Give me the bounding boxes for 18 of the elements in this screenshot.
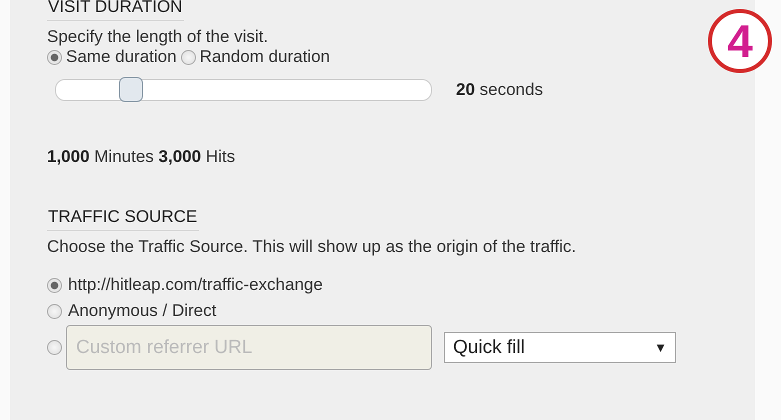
radio-label[interactable]: Random duration [200,47,330,67]
section-heading: TRAFFIC SOURCE [47,207,200,231]
slider-reading: 20 seconds [456,80,543,100]
radio-label[interactable]: http://hitleap.com/traffic-exchange [68,275,323,295]
section-description: Specify the length of the visit. [47,27,268,47]
radio-button[interactable] [47,340,62,355]
radio-button[interactable] [47,304,62,318]
radio-button[interactable] [180,50,196,64]
slider-track[interactable] [55,79,432,101]
radio-label[interactable]: Same duration [66,47,177,67]
radio-label[interactable]: Anonymous / Direct [68,301,216,321]
section-description: Choose the Traffic Source. This will show up as the origin of the traffic. [47,237,576,257]
quick-fill-dropdown[interactable]: Quick fill ▼ [444,332,676,363]
radio-button[interactable] [47,278,62,292]
slider-thumb[interactable] [119,77,143,102]
section-heading: VISIT DURATION [47,0,184,21]
stats-text: 1,000 Minutes 3,000 Hits [47,147,236,167]
radio-button[interactable] [47,50,62,64]
